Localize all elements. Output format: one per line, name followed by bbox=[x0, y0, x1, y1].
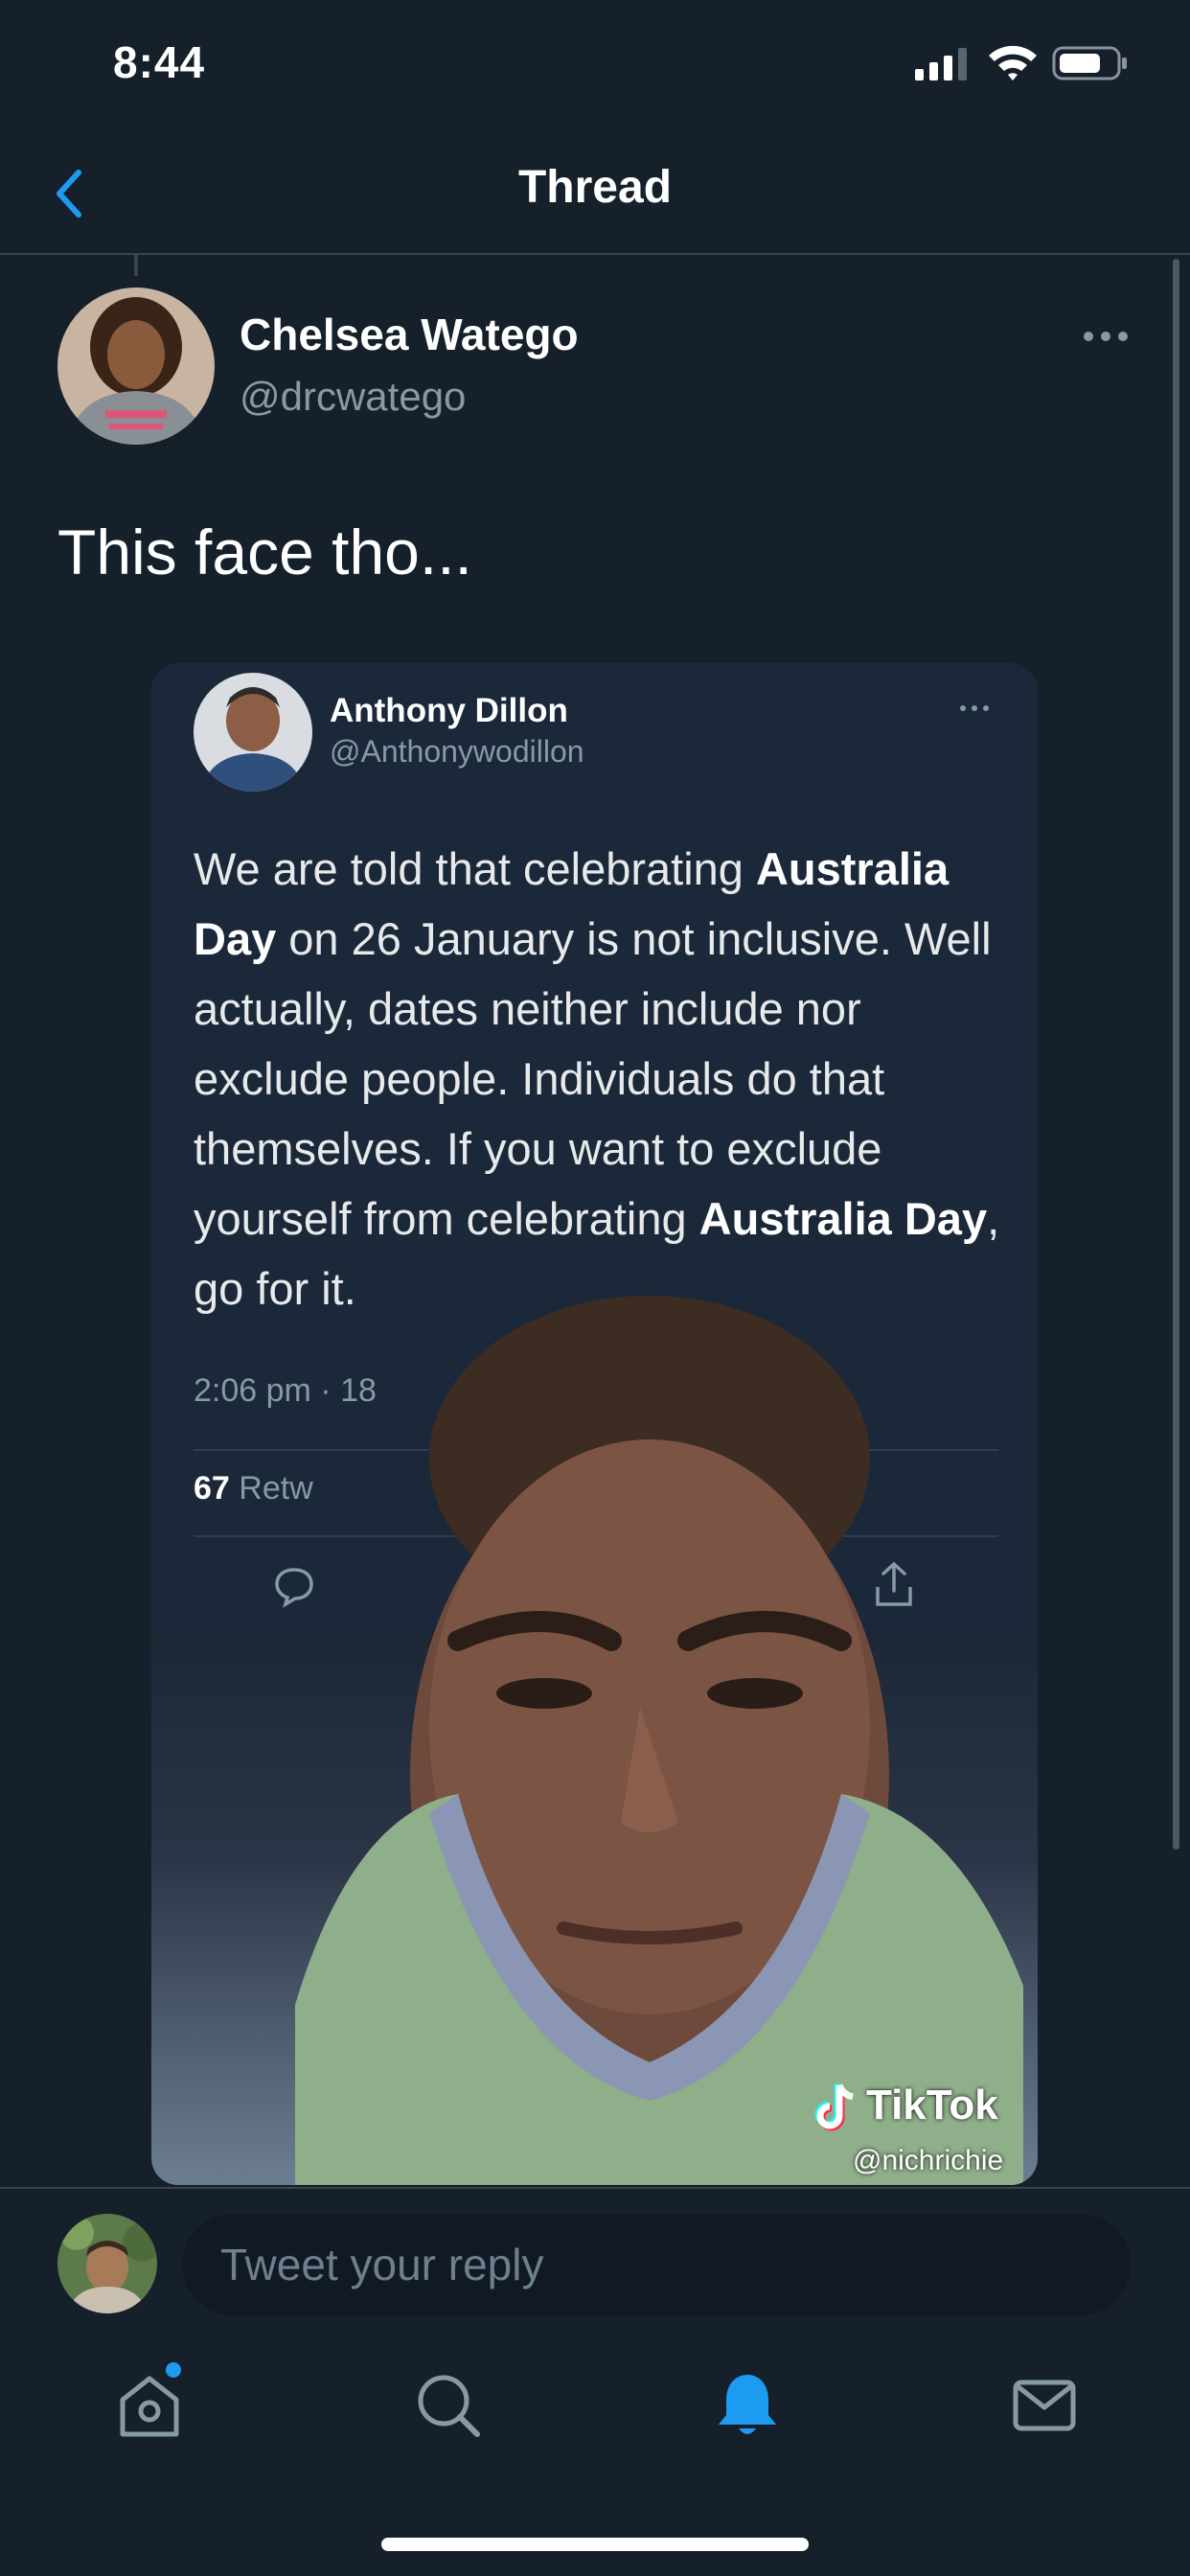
embedded-tweet-text: We are told that celebrating Australia D… bbox=[194, 843, 1000, 1314]
tiktok-handle: @nichrichie bbox=[853, 2145, 1004, 2176]
author-avatar[interactable] bbox=[57, 288, 215, 445]
reply-bar bbox=[0, 2187, 1190, 2333]
thread-connector-line bbox=[134, 253, 138, 276]
notifications-icon[interactable] bbox=[709, 2367, 786, 2444]
more-options-icon[interactable] bbox=[1081, 322, 1131, 351]
tiktok-logo-icon bbox=[814, 2083, 854, 2131]
battery-icon bbox=[1052, 46, 1127, 80]
home-icon[interactable] bbox=[111, 2367, 188, 2444]
search-icon[interactable] bbox=[410, 2367, 487, 2444]
status-time: 8:44 bbox=[113, 37, 206, 87]
user-avatar[interactable] bbox=[57, 2214, 157, 2313]
messages-icon[interactable] bbox=[1006, 2367, 1083, 2444]
author-handle[interactable]: @drcwatego bbox=[240, 374, 466, 420]
embedded-author-handle: @Anthonywodillon bbox=[330, 734, 584, 769]
navigation-header: Thread bbox=[0, 134, 1190, 255]
tweet-media[interactable]: Anthony Dillon @Anthonywodillon We are t… bbox=[151, 663, 1038, 2185]
tiktok-watermark: TikTok bbox=[866, 2082, 998, 2128]
reply-input[interactable] bbox=[182, 2214, 1131, 2315]
embedded-author-avatar bbox=[194, 673, 312, 792]
home-indicator bbox=[381, 2538, 809, 2551]
person-face-image bbox=[295, 1296, 1023, 2185]
embedded-more-icon bbox=[960, 705, 989, 711]
home-notification-dot bbox=[166, 2362, 181, 2378]
cellular-signal-icon bbox=[915, 48, 967, 80]
author-name[interactable]: Chelsea Watego bbox=[240, 309, 579, 360]
page-title: Thread bbox=[517, 162, 673, 213]
status-bar: 8:44 bbox=[0, 0, 1190, 134]
embedded-author-name: Anthony Dillon bbox=[330, 692, 568, 729]
tweet-text: This face tho... bbox=[57, 517, 472, 587]
wifi-icon bbox=[989, 45, 1037, 80]
scrollbar[interactable] bbox=[1173, 259, 1179, 1850]
